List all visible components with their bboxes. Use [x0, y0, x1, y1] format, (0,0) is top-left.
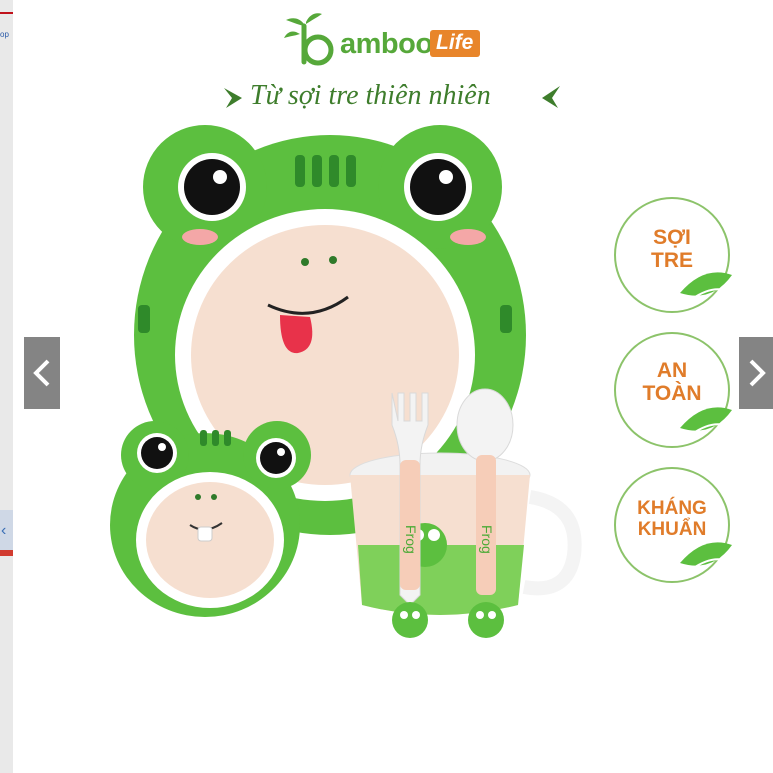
badge-line: AN	[656, 359, 688, 382]
leaf-left-icon	[224, 88, 242, 108]
badge-soi-tre: SỢI TRE	[612, 195, 732, 315]
carousel-prev-button[interactable]	[24, 337, 60, 409]
leaf-right-icon	[542, 86, 560, 108]
badge-line: TOÀN	[642, 381, 702, 405]
left-panel-snippet: op	[0, 30, 9, 39]
brand-logo: amboo Life	[282, 12, 522, 72]
frog-cup	[349, 452, 582, 615]
chevron-left-icon	[33, 359, 50, 387]
left-panel-edge: op ‹	[0, 0, 13, 773]
spoon-text: Frog	[479, 525, 495, 554]
frog-tableware-set-image: Frog Frog	[110, 125, 582, 638]
frog-bowl	[110, 421, 311, 617]
fork-text: Frog	[403, 525, 419, 554]
badge-an-toan: AN TOÀN	[612, 330, 732, 450]
badge-line: TRE	[651, 248, 693, 272]
slogan-text: Từ sợi tre thiên nhiên	[250, 80, 491, 111]
badge-line: KHUẨN	[637, 518, 707, 540]
brand-suffix: Life	[430, 30, 481, 57]
divider	[0, 12, 13, 14]
slogan: Từ sợi tre thiên nhiên	[222, 78, 562, 118]
badge-khang-khuan: KHÁNG KHUẨN	[612, 465, 732, 585]
badge-line: KHÁNG	[637, 498, 707, 519]
chevron-left-icon: ‹	[1, 522, 7, 539]
bamboo-b-logo-icon	[284, 13, 334, 66]
price-tag	[0, 550, 13, 556]
brand-name: amboo	[340, 28, 433, 60]
chevron-right-icon	[749, 359, 766, 387]
badge-line: SỢI	[653, 226, 691, 249]
thumbnail-prev[interactable]: ‹	[0, 510, 13, 556]
carousel-next-button[interactable]	[739, 337, 773, 409]
